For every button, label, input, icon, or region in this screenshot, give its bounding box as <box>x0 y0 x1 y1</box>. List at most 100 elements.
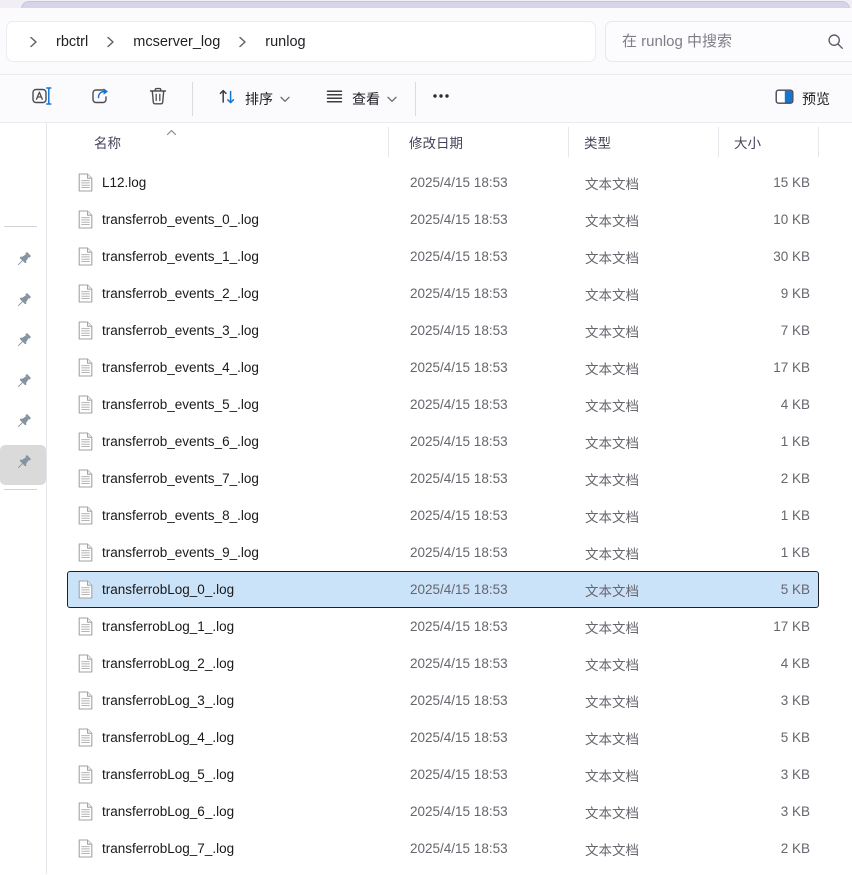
breadcrumb-item-mcserver-log[interactable]: mcserver_log <box>127 30 226 54</box>
breadcrumb[interactable]: rbctrl mcserver_log runlog <box>6 21 596 62</box>
file-size: 4 KB <box>745 397 810 412</box>
column-headers: 名称 修改日期 类型 大小 <box>47 123 852 161</box>
file-size: 5 KB <box>745 730 810 745</box>
text-document-icon <box>78 617 93 636</box>
toolbar-divider <box>415 82 416 116</box>
pinned-item[interactable] <box>0 242 46 283</box>
file-name: transferrobLog_0_.log <box>102 582 234 597</box>
file-type: 文本文档 <box>585 802 745 822</box>
file-row[interactable]: transferrob_events_5_.log 2025/4/15 18:5… <box>67 386 819 423</box>
file-name: transferrobLog_6_.log <box>102 804 234 819</box>
view-button[interactable]: 查看 <box>314 81 407 117</box>
text-document-icon <box>78 728 93 747</box>
chevron-down-icon <box>387 90 397 108</box>
file-name: transferrob_events_7_.log <box>102 471 259 486</box>
text-document-icon <box>78 839 93 858</box>
chevron-right-icon <box>94 36 127 48</box>
rename-button[interactable] <box>22 81 62 117</box>
share-button[interactable] <box>80 81 120 117</box>
file-row[interactable]: transferrobLog_3_.log 2025/4/15 18:53 文本… <box>67 682 819 719</box>
file-list-pane: 名称 修改日期 类型 大小 L12.log 2025/4/15 18:53 文本… <box>47 123 852 874</box>
file-row[interactable]: L12.log 2025/4/15 18:53 文本文档 15 KB <box>67 164 819 201</box>
file-date-modified: 2025/4/15 18:53 <box>410 730 585 745</box>
search-box[interactable] <box>605 21 852 62</box>
file-date-modified: 2025/4/15 18:53 <box>410 175 585 190</box>
file-size: 5 KB <box>745 582 810 597</box>
pinned-item[interactable] <box>0 445 46 486</box>
file-row[interactable]: transferrobLog_6_.log 2025/4/15 18:53 文本… <box>67 793 819 830</box>
file-type: 文本文档 <box>585 691 745 711</box>
file-name: transferrob_events_6_.log <box>102 434 259 449</box>
column-header-type[interactable]: 类型 <box>569 127 719 157</box>
pinned-item[interactable] <box>0 364 46 405</box>
file-row[interactable]: transferrob_events_8_.log 2025/4/15 18:5… <box>67 497 819 534</box>
file-row[interactable]: transferrob_events_7_.log 2025/4/15 18:5… <box>67 460 819 497</box>
file-name: transferrob_events_8_.log <box>102 508 259 523</box>
pinned-item[interactable] <box>0 283 46 324</box>
pin-icon <box>14 372 33 396</box>
breadcrumb-item-runlog[interactable]: runlog <box>259 30 311 54</box>
file-type: 文本文档 <box>585 173 745 193</box>
text-document-icon <box>78 543 93 562</box>
file-size: 3 KB <box>745 767 810 782</box>
file-date-modified: 2025/4/15 18:53 <box>410 323 585 338</box>
file-row[interactable]: transferrob_events_2_.log 2025/4/15 18:5… <box>67 275 819 312</box>
file-row[interactable]: transferrob_events_4_.log 2025/4/15 18:5… <box>67 349 819 386</box>
file-size: 3 KB <box>745 804 810 819</box>
text-document-icon <box>78 321 93 340</box>
sidebar-pins <box>0 242 46 485</box>
pin-icon <box>14 291 33 315</box>
file-row[interactable]: transferrobLog_1_.log 2025/4/15 18:53 文本… <box>67 608 819 645</box>
sort-label: 排序 <box>245 89 273 109</box>
file-name: transferrobLog_7_.log <box>102 841 234 856</box>
search-input[interactable] <box>606 33 827 50</box>
file-row[interactable]: transferrobLog_2_.log 2025/4/15 18:53 文本… <box>67 645 819 682</box>
text-document-icon <box>78 284 93 303</box>
delete-button[interactable] <box>138 81 178 117</box>
pin-icon <box>14 250 33 274</box>
file-row[interactable]: transferrobLog_5_.log 2025/4/15 18:53 文本… <box>67 756 819 793</box>
pinned-item[interactable] <box>0 323 46 364</box>
file-row[interactable]: transferrob_events_9_.log 2025/4/15 18:5… <box>67 534 819 571</box>
more-options-button[interactable] <box>424 81 458 117</box>
file-size: 10 KB <box>745 212 810 227</box>
text-document-icon <box>78 173 93 192</box>
file-row[interactable]: transferrob_events_0_.log 2025/4/15 18:5… <box>67 201 819 238</box>
more-icon <box>430 85 452 112</box>
navigation-pane <box>0 123 47 874</box>
file-row[interactable]: transferrob_events_6_.log 2025/4/15 18:5… <box>67 423 819 460</box>
column-header-date[interactable]: 修改日期 <box>389 127 569 157</box>
file-name: transferrobLog_4_.log <box>102 730 234 745</box>
file-type: 文本文档 <box>585 543 745 563</box>
breadcrumb-item-rbctrl[interactable]: rbctrl <box>50 30 94 54</box>
file-row[interactable]: transferrobLog_7_.log 2025/4/15 18:53 文本… <box>67 830 819 867</box>
pin-icon <box>14 453 33 477</box>
preview-button[interactable]: 预览 <box>764 81 840 117</box>
pinned-item[interactable] <box>0 404 46 445</box>
chevron-right-icon[interactable] <box>17 36 50 48</box>
file-size: 4 KB <box>745 656 810 671</box>
file-row[interactable]: transferrob_events_3_.log 2025/4/15 18:5… <box>67 312 819 349</box>
file-size: 9 KB <box>745 286 810 301</box>
column-header-name[interactable]: 名称 <box>47 127 389 157</box>
preview-label: 预览 <box>802 89 830 109</box>
file-type: 文本文档 <box>585 506 745 526</box>
file-explorer-window: rbctrl mcserver_log runlog <box>0 0 852 875</box>
column-header-size[interactable]: 大小 <box>719 127 819 157</box>
file-type: 文本文档 <box>585 469 745 489</box>
file-size: 1 KB <box>745 545 810 560</box>
file-row[interactable]: transferrobLog_4_.log 2025/4/15 18:53 文本… <box>67 719 819 756</box>
file-type: 文本文档 <box>585 839 745 859</box>
file-type: 文本文档 <box>585 358 745 378</box>
file-row[interactable]: transferrob_events_1_.log 2025/4/15 18:5… <box>67 238 819 275</box>
file-row[interactable]: transferrobLog_0_.log 2025/4/15 18:53 文本… <box>67 571 819 608</box>
sort-button[interactable]: 排序 <box>207 81 300 117</box>
file-name: transferrob_events_3_.log <box>102 323 259 338</box>
preview-pane-icon <box>774 86 795 112</box>
file-date-modified: 2025/4/15 18:53 <box>410 545 585 560</box>
file-type: 文本文档 <box>585 580 745 600</box>
file-size: 17 KB <box>745 619 810 634</box>
pin-icon <box>14 331 33 355</box>
search-icon[interactable] <box>827 33 844 50</box>
text-document-icon <box>78 580 93 599</box>
